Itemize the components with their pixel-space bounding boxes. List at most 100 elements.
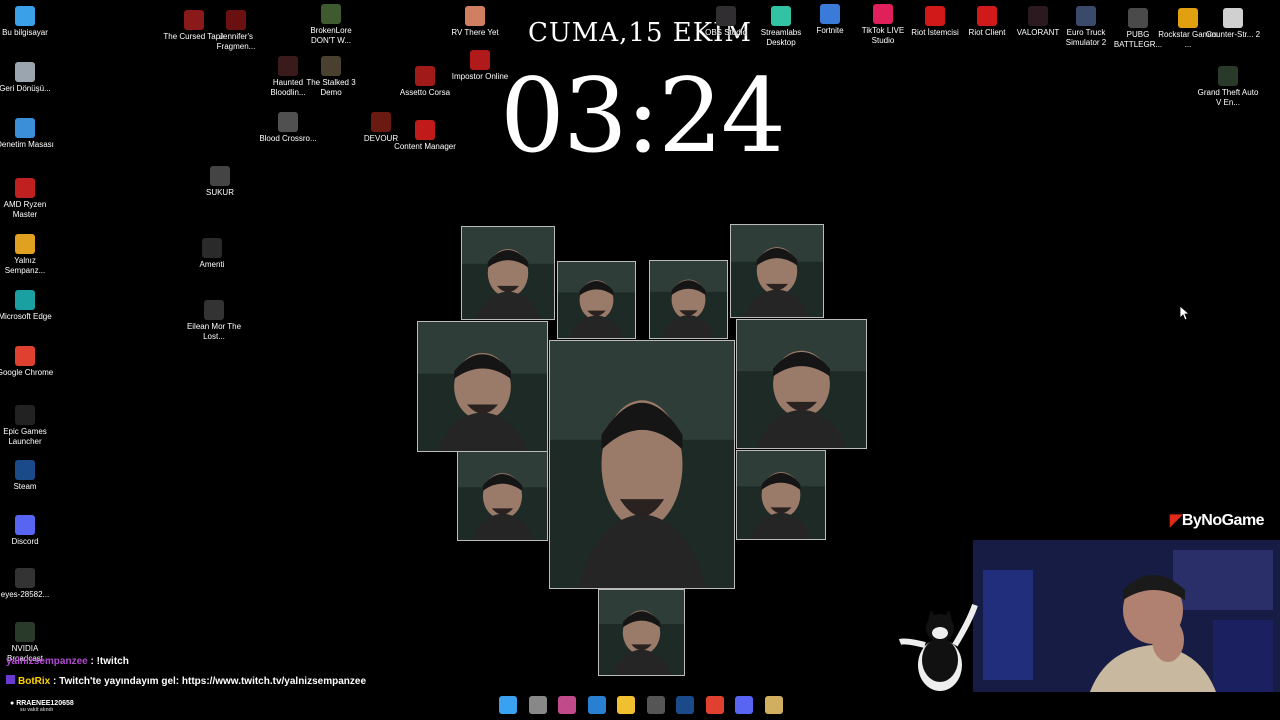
- desktop-icon[interactable]: Steam: [0, 460, 57, 492]
- pubg-icon: [1128, 8, 1148, 28]
- snipping-tool-icon[interactable]: [558, 696, 576, 714]
- desktop-icon-label: Impostor Online: [451, 72, 509, 81]
- desktop-icon[interactable]: eyes-28582...: [0, 568, 57, 600]
- collage-photo: [461, 226, 555, 320]
- epic-icon: [15, 405, 35, 425]
- file-explorer-icon[interactable]: [617, 696, 635, 714]
- task-view-icon[interactable]: [528, 696, 547, 714]
- riot-icon: [977, 6, 997, 26]
- taskbar: [0, 692, 1280, 720]
- desktop-icon[interactable]: BrokenLore DON'T W...: [299, 4, 363, 46]
- game-icon: [278, 112, 298, 132]
- collage-photo: [549, 340, 735, 589]
- desktop-icon[interactable]: Geri Dönüşü...: [0, 62, 57, 94]
- collage-photo: [557, 261, 636, 339]
- collage-photo: [736, 319, 867, 449]
- desktop-icon[interactable]: Denetim Masası: [0, 118, 57, 150]
- control-panel-icon: [15, 118, 35, 138]
- chat-message: : Twitch'te yayındayım gel: https://www.…: [50, 676, 367, 687]
- desktop-icon-label: SUKUR: [205, 188, 234, 197]
- file-icon: [1223, 8, 1243, 28]
- mouse-cursor-icon: [1180, 306, 1190, 321]
- desktop-icon-label: Google Chrome: [0, 368, 54, 377]
- desktop-icon-label: Bu bilgisayar: [2, 28, 48, 37]
- edge-icon: [15, 290, 35, 310]
- desktop-icon-label: AMD Ryzen Master: [3, 200, 47, 219]
- chat-user: BotRix: [18, 676, 51, 687]
- desktop-icon-label: Amenti: [199, 260, 225, 269]
- desktop-icon-label: RV There Yet: [451, 28, 499, 37]
- desktop-icon[interactable]: Yalnız Sempanz...: [0, 234, 57, 276]
- desktop-icon-label: Blood Crossro...: [259, 134, 317, 143]
- chat-message: : !twitch: [87, 656, 129, 667]
- game-icon: [184, 10, 204, 30]
- desktop-icon[interactable]: Impostor Online: [448, 50, 512, 82]
- desktop-icon[interactable]: Eilean Mor The Lost...: [182, 300, 246, 342]
- game-icon: [415, 66, 435, 86]
- desktop-icon-label: Counter-Str... 2: [1205, 30, 1261, 39]
- desktop-icon-label: Content Manager: [394, 142, 456, 151]
- chrome-icon[interactable]: [705, 696, 724, 714]
- desktop-icon[interactable]: Counter-Str... 2: [1201, 8, 1265, 40]
- windows-start-icon[interactable]: [499, 696, 517, 714]
- obs-icon[interactable]: [646, 696, 665, 714]
- desktop-icon[interactable]: Epic Games Launcher: [0, 405, 57, 447]
- chrome-icon: [15, 346, 35, 366]
- desktop-icon[interactable]: Grand Theft Auto V En...: [1196, 66, 1260, 108]
- amd-icon: [15, 178, 35, 198]
- recycle-bin-icon: [15, 62, 35, 82]
- photos-icon[interactable]: [587, 696, 606, 714]
- game-icon: [415, 120, 435, 140]
- obs-icon: [716, 6, 736, 26]
- discord-icon[interactable]: [735, 696, 753, 714]
- desktop-icon[interactable]: Google Chrome: [0, 346, 57, 378]
- collage-photo: [730, 224, 824, 318]
- desktop-icon-label: Assetto Corsa: [399, 88, 451, 97]
- computer-icon: [15, 6, 35, 26]
- file-icon: [210, 166, 230, 186]
- collage-photo: [417, 321, 548, 452]
- desktop-icon[interactable]: RV There Yet: [443, 6, 507, 38]
- discord-icon: [15, 515, 35, 535]
- game-icon: [321, 4, 341, 24]
- desktop-icon-label: Grand Theft Auto V En...: [1197, 88, 1259, 107]
- game-icon: [321, 56, 341, 76]
- riot-icon: [925, 6, 945, 26]
- game-icon: [204, 300, 224, 320]
- desktop-icon-label: BrokenLore DON'T W...: [310, 26, 352, 45]
- desktop-icon[interactable]: Content Manager: [393, 120, 457, 152]
- game-icon: [226, 10, 246, 30]
- desktop-icon[interactable]: Discord: [0, 515, 57, 547]
- steam-icon[interactable]: [676, 696, 694, 714]
- chat-line: BotRix : Twitch'te yayındayım gel: https…: [6, 675, 366, 687]
- collage-photo: [736, 450, 826, 540]
- desktop-icon[interactable]: Amenti: [180, 238, 244, 270]
- desktop-icon-label: Yalnız Sempanz...: [4, 256, 46, 275]
- chat-line: yalnizsempanzee : !twitch: [6, 656, 129, 667]
- twitch-icon: [6, 675, 15, 684]
- clock-time: 03:24: [500, 57, 786, 176]
- desktop-icon[interactable]: SUKUR: [188, 166, 252, 198]
- game-icon: [470, 50, 490, 70]
- desktop-icon[interactable]: Jennifer's Fragmen...: [204, 10, 268, 52]
- cat-animation: [898, 604, 978, 691]
- chrome-icon: [15, 234, 35, 254]
- desktop-icon-label: Jennifer's Fragmen...: [216, 32, 256, 51]
- brand-logo: ◤ByNoGame: [1170, 510, 1265, 530]
- collage-photo: [457, 451, 548, 541]
- desktop-icon-label: Epic Games Launcher: [3, 427, 47, 446]
- user-icon: ●: [10, 700, 15, 707]
- desktop-icon[interactable]: Blood Crossro...: [256, 112, 320, 144]
- desktop-icon[interactable]: The Stalked 3 Demo: [299, 56, 363, 98]
- bolt-icon: ◤: [1170, 512, 1182, 529]
- desktop-icon[interactable]: Microsoft Edge: [0, 290, 57, 322]
- app-icon[interactable]: [764, 696, 783, 714]
- follower-sub: su vakit alındı: [20, 707, 54, 713]
- desktop-icon-label: The Stalked 3 Demo: [306, 78, 356, 97]
- tiktok-icon: [873, 4, 893, 24]
- streamlabs-icon: [771, 6, 791, 26]
- desktop-icon[interactable]: Bu bilgisayar: [0, 6, 57, 38]
- desktop-icon-label: Eilean Mor The Lost...: [186, 322, 242, 341]
- desktop-icon[interactable]: AMD Ryzen Master: [0, 178, 57, 220]
- brand-text: ByNoGame: [1181, 512, 1265, 529]
